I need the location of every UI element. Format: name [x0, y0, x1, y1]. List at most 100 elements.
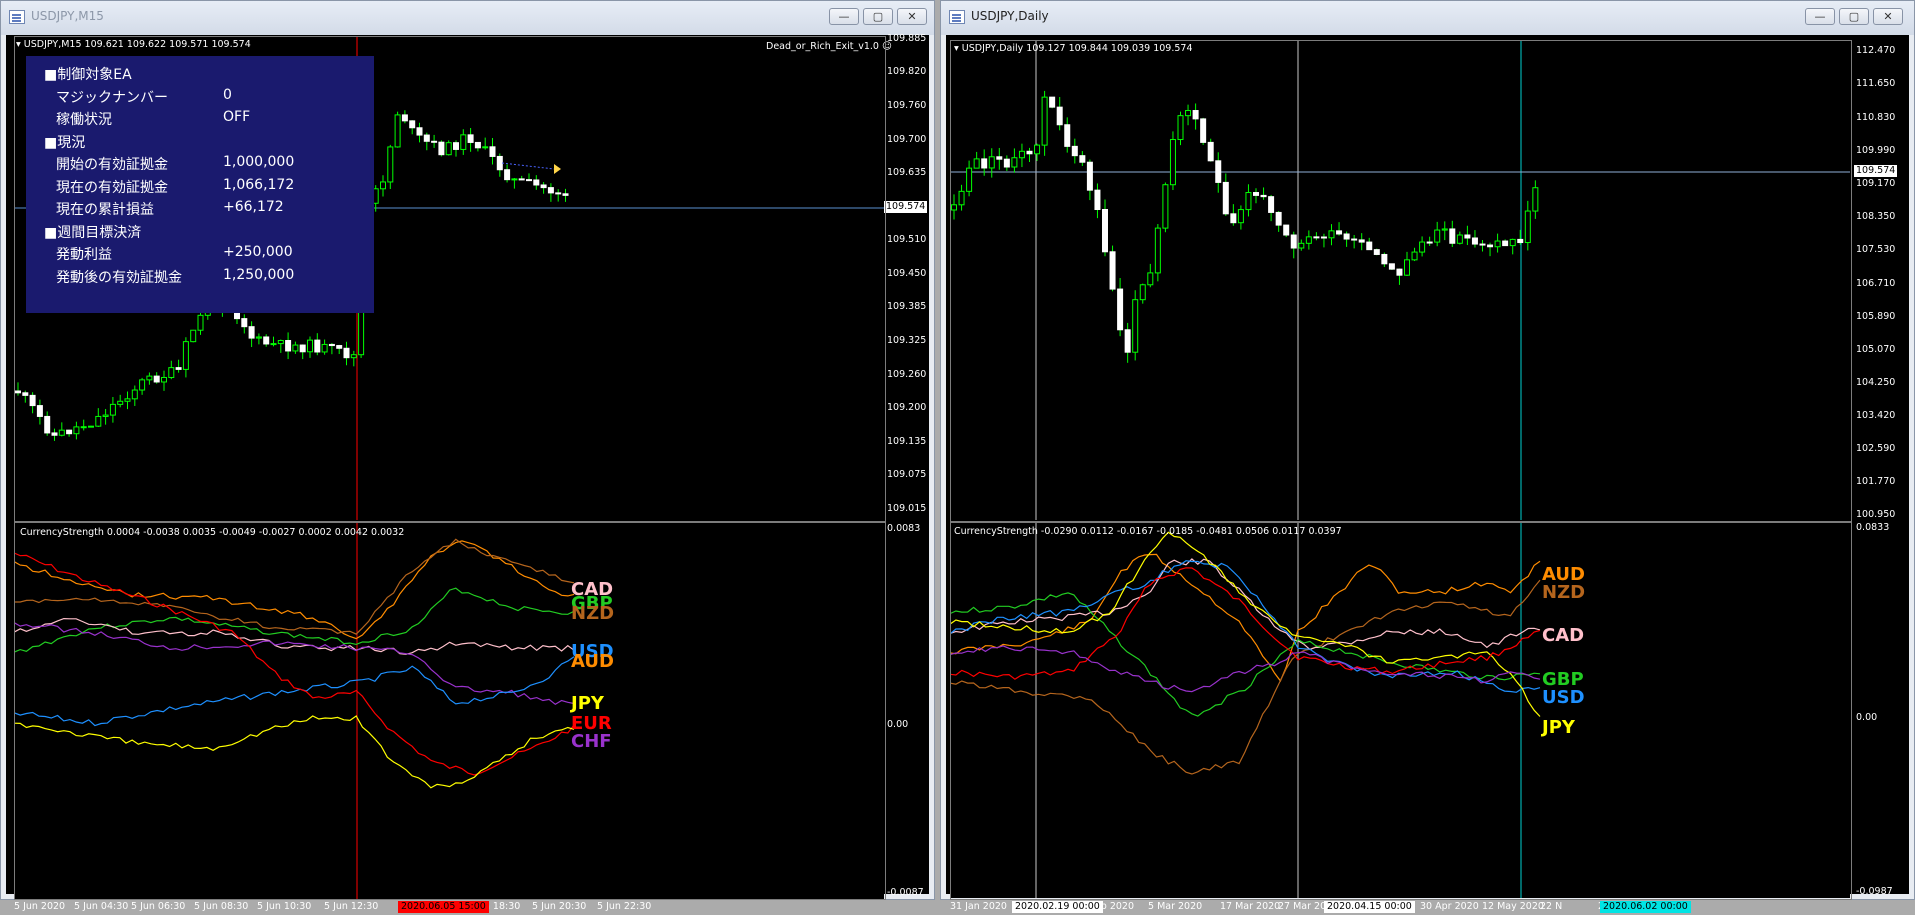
close-button[interactable]: ✕ [1873, 8, 1903, 25]
chart-client-area[interactable]: ▾ USDJPY,M15 109.621 109.622 109.571 109… [6, 33, 930, 913]
minimize-button[interactable]: — [829, 8, 859, 25]
time-tick-label: 22 N [1540, 901, 1563, 912]
candle-body [73, 426, 80, 435]
candle-body [285, 340, 292, 352]
time-axis[interactable]: 31 Jan 2020 Feb 2020 5 Mar 2020 17 Mar 2020… [950, 901, 1910, 915]
price-tick-label: 109.200 [887, 402, 927, 413]
time-tick-label: 5 Jun 22:30 [597, 901, 652, 912]
indicator-pane[interactable]: CurrencyStrength -0.0290 0.0112 -0.0167 … [950, 522, 1850, 898]
candle-body [255, 336, 262, 339]
candle-body [124, 398, 131, 402]
candle-body [1449, 228, 1456, 244]
candle-body [1411, 251, 1418, 261]
candle-body [117, 400, 124, 405]
strength-line [14, 587, 575, 653]
indicator-axis[interactable]: 0.0833 0.00 -0.0987 [1850, 522, 1910, 898]
price-tick-label: 111.650 [1856, 78, 1896, 89]
candle-body [248, 326, 255, 339]
price-axis[interactable]: 109.885 109.820 109.760 109.700 109.635 109.5… [884, 33, 930, 520]
candle-body [182, 341, 189, 370]
panel-row-value: +66,172 [223, 199, 284, 215]
strength-line [950, 645, 1541, 693]
price-tick-label: 109.760 [887, 100, 927, 111]
candle-body [1056, 106, 1063, 126]
current-price-tag: 109.574 [1854, 165, 1898, 177]
indicator-max-label: 0.0833 [1856, 522, 1890, 533]
candle-body [1245, 192, 1252, 211]
close-button[interactable]: ✕ [897, 8, 927, 25]
price-tick-label: 109.325 [887, 335, 927, 346]
maximize-button[interactable]: ▢ [1839, 8, 1869, 25]
candle-body [1471, 237, 1478, 245]
candle-body [438, 141, 445, 156]
window-titlebar[interactable]: USDJPY,Daily — ▢ ✕ [941, 1, 1914, 35]
panel-row-label: 発動利益 [56, 247, 112, 263]
candle-body [1351, 238, 1358, 241]
chart-window-usdjpy-daily[interactable]: USDJPY,Daily — ▢ ✕ ▾ USDJPY,Daily 109.12… [940, 0, 1915, 913]
time-axis[interactable]: 5 Jun 2020 5 Jun 04:30 5 Jun 06:30 5 Jun 08… [14, 901, 926, 915]
candle-body [168, 367, 175, 378]
candle-body [533, 179, 540, 186]
candle-body [1373, 249, 1380, 255]
time-tick-label: 5 Jun 04:30 [74, 901, 129, 912]
candle-body [80, 426, 87, 429]
window-titlebar[interactable]: USDJPY,M15 — ▢ ✕ [1, 1, 934, 35]
price-pane[interactable]: ▾ USDJPY,M15 109.621 109.622 109.571 109… [14, 36, 924, 520]
candle-body [409, 120, 416, 129]
chart-window-usdjpy-m15[interactable]: USDJPY,M15 — ▢ ✕ ▾ USDJPY,M15 109.621 10… [0, 0, 935, 913]
candle-body [1260, 194, 1267, 198]
chart-client-area[interactable]: ▾ USDJPY,Daily 109.127 109.844 109.039 1… [946, 35, 1910, 913]
candle-body [146, 375, 153, 381]
chart-header: ▾ USDJPY,Daily 109.127 109.844 109.039 1… [954, 43, 1193, 54]
candle-body [489, 146, 496, 157]
candle-body [1086, 161, 1093, 191]
maximize-button[interactable]: ▢ [863, 8, 893, 25]
candle-body [1041, 96, 1048, 146]
candle-body [263, 336, 270, 345]
price-pane[interactable]: ▾ USDJPY,Daily 109.127 109.844 109.039 1… [950, 40, 1850, 520]
indicator-axis[interactable]: 0.0083 0.00 -0.0087 [884, 523, 930, 899]
indicator-pane[interactable]: CurrencyStrength 0.0004 -0.0038 0.0035 -… [14, 523, 884, 899]
candle-body [1215, 160, 1222, 183]
candle-body [1381, 253, 1388, 265]
candle-body [314, 339, 321, 353]
cursor-time-tag: 2020.06.05 15:00 [398, 901, 489, 913]
panel-row-label: ■週間目標決済 [44, 224, 142, 241]
window-title: USDJPY,M15 [31, 9, 104, 23]
indicator-min-label: -0.0087 [887, 887, 924, 898]
indicator-max-label: 0.0083 [887, 523, 921, 534]
price-tick-label: 107.530 [1856, 244, 1896, 255]
price-tick-label: 109.700 [887, 134, 927, 145]
candle-body [328, 343, 335, 347]
price-axis[interactable]: 112.470 111.650 110.830 109.990 109.170 108.3… [1850, 40, 1910, 520]
currency-label: USD [1542, 687, 1585, 708]
candle-body [1509, 238, 1516, 247]
price-tick-label: 109.385 [887, 301, 927, 312]
panel-row-label: 現在の有効証拠金 [56, 179, 168, 196]
candle-body [1524, 210, 1531, 244]
candle-body [36, 405, 43, 417]
strength-line [950, 558, 1541, 651]
candlestick-chart [950, 40, 1850, 520]
price-tick-label: 106.710 [1856, 278, 1896, 289]
candle-body [474, 141, 481, 149]
candle-body [241, 318, 248, 328]
candle-body [1124, 329, 1131, 353]
candle-body [445, 142, 452, 156]
time-tick-label: 5 Jun 2020 [14, 901, 66, 912]
candle-body [1320, 236, 1327, 239]
price-tick-label: 103.420 [1856, 410, 1896, 421]
strength-line [14, 552, 575, 776]
candle-body [336, 345, 343, 349]
candle-body [190, 329, 197, 343]
currency-label: AUD [571, 651, 614, 672]
candle-body [387, 146, 394, 183]
candle-body [1517, 238, 1524, 244]
price-tick-label: 100.950 [1856, 509, 1896, 520]
price-tick-label: 105.070 [1856, 344, 1896, 355]
current-price-tag: 109.574 [884, 201, 928, 213]
candle-body [1358, 239, 1365, 243]
cursor-time-tag: 2020.04.15 00:00 [1324, 901, 1415, 913]
candle-body [1426, 241, 1433, 244]
minimize-button[interactable]: — [1805, 8, 1835, 25]
